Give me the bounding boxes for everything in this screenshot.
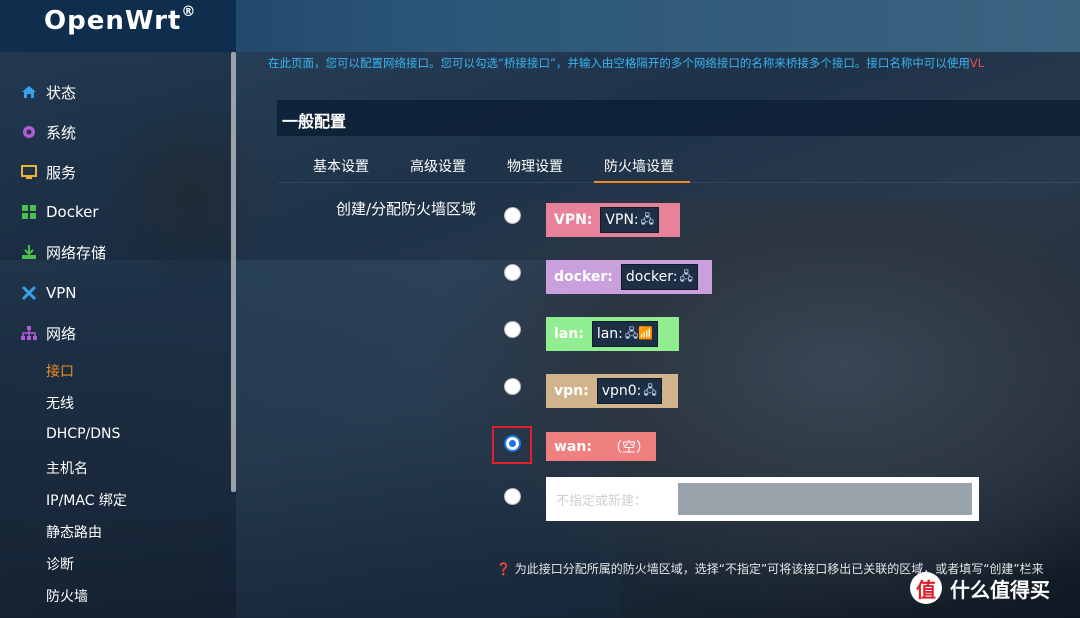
sidebar-item-services[interactable]: 服务 xyxy=(20,160,76,184)
zone-radio-vpn[interactable] xyxy=(504,207,521,224)
zone-name: lan: xyxy=(554,326,584,342)
watermark: 值 什么值得买 xyxy=(910,572,1050,604)
zone-badge-wan: wan: （空） xyxy=(546,432,656,461)
sidebar-item-label: 状态 xyxy=(46,83,77,102)
home-icon xyxy=(22,86,36,98)
zone-name: vpn: xyxy=(554,383,589,399)
zone-badge-vpn: VPN: VPN: 🖧 xyxy=(546,203,680,237)
sidebar-item-label: VPN xyxy=(46,284,77,302)
sidebar-item-label: 网络存储 xyxy=(46,243,107,262)
gear-icon xyxy=(23,126,35,138)
zone-interface: lan: 🖧📶 xyxy=(591,321,659,347)
tab-physical-settings[interactable]: 物理设置 xyxy=(507,156,563,176)
storage-icon xyxy=(22,245,36,259)
new-zone-field: 不指定或新建： xyxy=(546,477,979,521)
sidebar-item-network[interactable]: 网络 xyxy=(20,321,76,345)
active-tab-indicator xyxy=(594,181,690,183)
zone-radio-new[interactable] xyxy=(504,488,521,505)
panel-title: 一般配置 xyxy=(282,112,347,131)
sidebar-item-vpn[interactable]: VPN xyxy=(20,281,77,305)
sidebar-sub-ip-mac-binding[interactable]: IP/MAC 绑定 xyxy=(46,490,127,510)
zone-badge-vpn0: vpn: vpn0: 🖧 xyxy=(546,374,678,408)
ethernet-wifi-icon: 🖧📶 xyxy=(624,325,654,340)
watermark-text: 什么值得买 xyxy=(950,577,1050,602)
watermark-logo: 值 xyxy=(910,572,942,604)
sidebar-sub-static-routes[interactable]: 静态路由 xyxy=(46,522,102,542)
panel-header xyxy=(277,100,1080,136)
zone-name: docker: xyxy=(554,269,613,285)
tab-basic-settings[interactable]: 基本设置 xyxy=(313,156,369,176)
tab-advanced-settings[interactable]: 高级设置 xyxy=(410,156,466,176)
sidebar-item-label: 服务 xyxy=(46,163,77,182)
sidebar-sub-hostnames[interactable]: 主机名 xyxy=(46,458,88,478)
sidebar-sub-diagnostics[interactable]: 诊断 xyxy=(46,554,74,574)
sidebar-item-label: Docker xyxy=(46,203,99,221)
page-description: 在此页面，您可以配置网络接口。您可以勾选“桥接接口”，并输入由空格隔开的多个网络… xyxy=(268,56,985,70)
sidebar-item-label: 系统 xyxy=(46,123,77,142)
zone-badge-docker: docker: docker: 🖧 xyxy=(546,260,712,294)
zone-empty-label: （空） xyxy=(607,439,650,456)
sidebar-item-storage[interactable]: 网络存储 xyxy=(20,240,106,264)
ethernet-icon: 🖧 xyxy=(640,211,655,226)
sidebar-scrollbar[interactable] xyxy=(231,52,236,492)
zone-radio-vpn0[interactable] xyxy=(504,378,521,395)
new-zone-label: 不指定或新建： xyxy=(556,493,648,509)
sidebar-item-system[interactable]: 系统 xyxy=(20,120,76,144)
sidebar-item-status[interactable]: 状态 xyxy=(20,80,76,104)
zone-badge-lan: lan: lan: 🖧📶 xyxy=(546,317,679,351)
zone-name: VPN: xyxy=(554,212,593,228)
zone-interface: docker: 🖧 xyxy=(620,264,698,290)
docker-icon xyxy=(22,205,36,219)
new-zone-input[interactable] xyxy=(678,483,972,515)
zone-radio-docker[interactable] xyxy=(504,264,521,281)
selection-highlight xyxy=(492,426,532,464)
ethernet-icon: 🖧 xyxy=(679,268,693,283)
sidebar-item-docker[interactable]: Docker xyxy=(20,200,99,224)
zone-interface: vpn0: 🖧 xyxy=(596,378,662,404)
network-icon xyxy=(21,326,37,340)
sidebar-sub-firewall[interactable]: 防火墙 xyxy=(46,586,88,606)
brand-area[interactable]: OpenWrt® xyxy=(0,0,236,52)
sidebar-sub-interfaces[interactable]: 接口 xyxy=(46,361,74,381)
sidebar-sub-dhcp-dns[interactable]: DHCP/DNS xyxy=(46,426,120,442)
firewall-zone-label: 创建/分配防火墙区域 xyxy=(336,200,477,218)
tab-firewall-settings[interactable]: 防火墙设置 xyxy=(604,156,674,176)
zone-radio-lan[interactable] xyxy=(504,321,521,338)
services-icon xyxy=(21,165,37,179)
brand-logo[interactable]: OpenWrt® xyxy=(44,4,196,36)
sidebar-sub-wireless[interactable]: 无线 xyxy=(46,393,74,413)
zone-interface: VPN: 🖧 xyxy=(600,207,660,233)
vpn-icon xyxy=(21,285,37,301)
ethernet-icon: 🖧 xyxy=(643,382,657,397)
zone-name: wan: xyxy=(554,438,592,455)
sidebar-item-label: 网络 xyxy=(46,324,77,343)
